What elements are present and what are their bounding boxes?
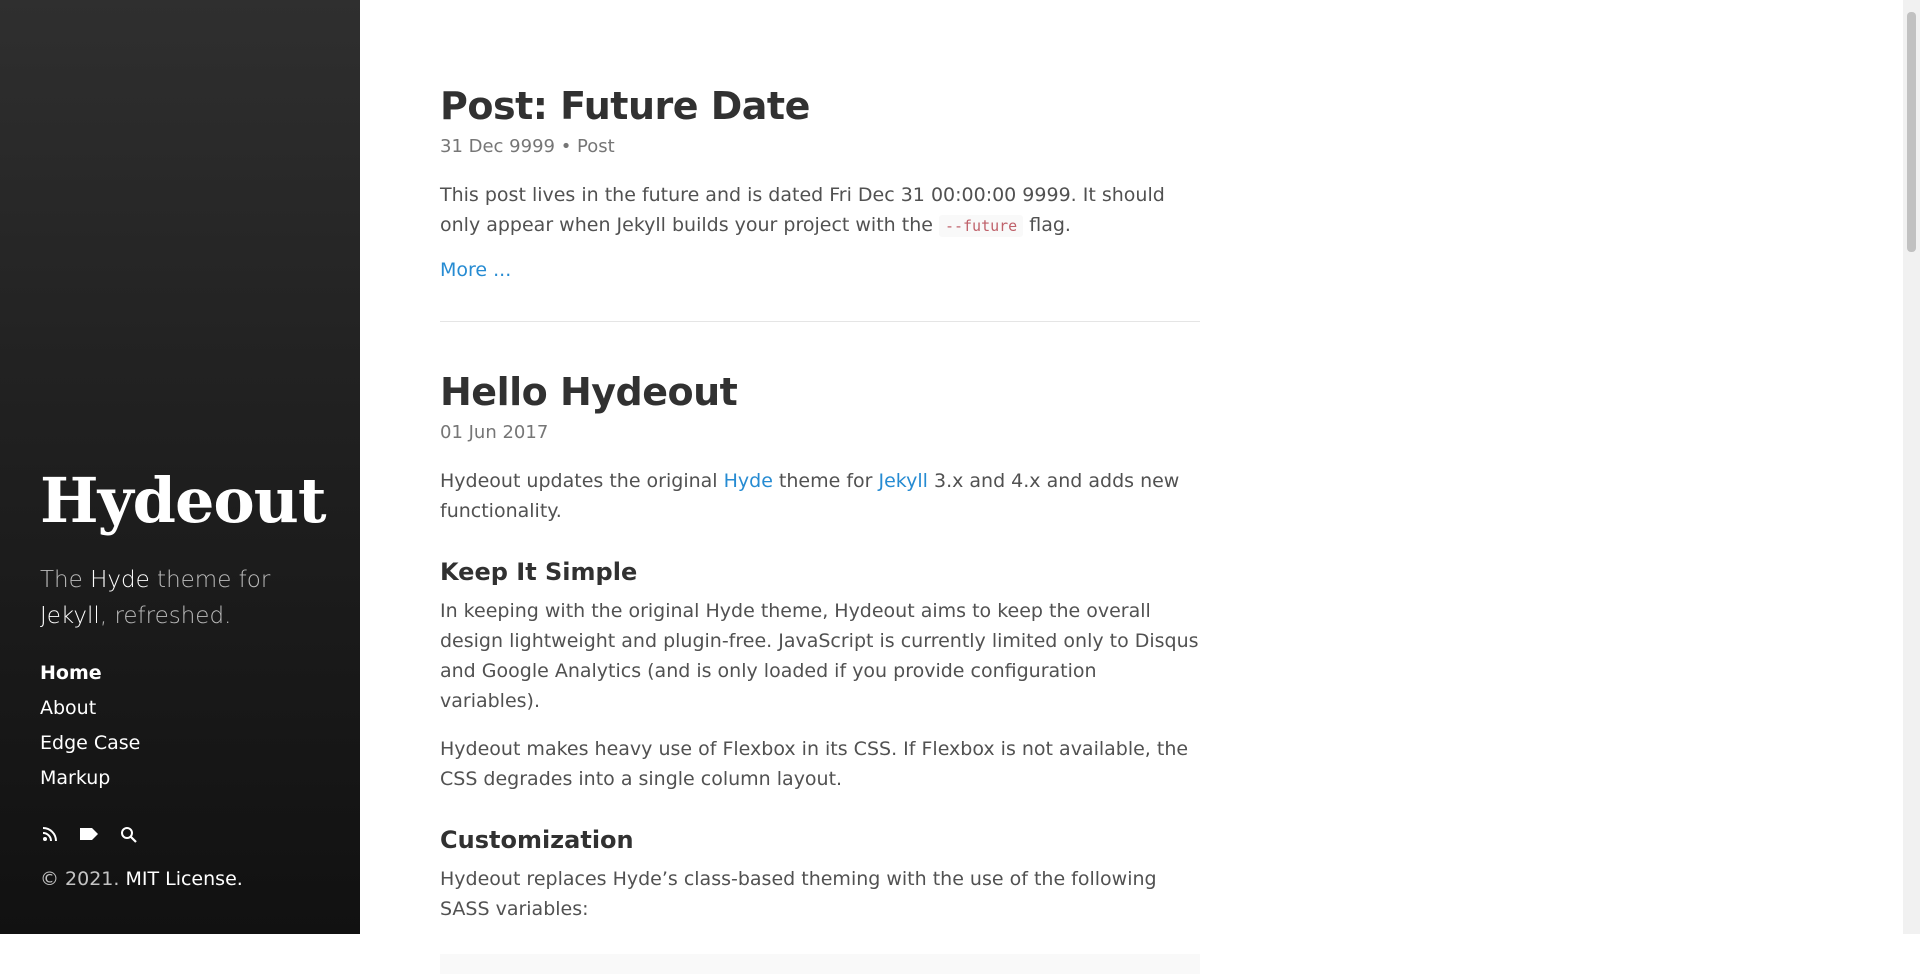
excerpt-text: flag.: [1023, 214, 1071, 236]
license-link[interactable]: MIT License.: [125, 868, 242, 890]
nav-item-markup[interactable]: Markup: [40, 761, 140, 796]
post-excerpt: This post lives in the future and is dat…: [440, 180, 1200, 241]
sidebar-nav: Home About Edge Case Markup: [40, 656, 140, 796]
hyde-link[interactable]: Hyde: [724, 470, 773, 492]
jekyll-link[interactable]: Jekyll: [879, 470, 928, 492]
intro-text: theme for: [772, 470, 879, 492]
site-title-link[interactable]: Hydeout: [40, 470, 326, 532]
post-title[interactable]: Hello Hydeout: [440, 366, 1200, 418]
paragraph: Hydeout makes heavy use of Flexbox in it…: [440, 738, 1189, 790]
post-meta: 31 Dec 9999 • Post: [440, 136, 615, 157]
copyright-text: © 2021.: [40, 868, 126, 890]
site-tagline: The Hyde theme for Jekyll, refreshed.: [40, 562, 330, 634]
hyde-link[interactable]: Hyde: [90, 567, 150, 593]
post-title[interactable]: Post: Future Date: [440, 80, 1200, 132]
tagline-text: , refreshed.: [99, 603, 232, 629]
tagline-text: theme for: [149, 567, 271, 593]
tag-icon[interactable]: [79, 824, 99, 844]
main-content: Post: Future Date 31 Dec 9999 • Post Thi…: [440, 80, 1200, 974]
post-hello-hydeout: Hello Hydeout 01 Jun 2017 Hydeout update…: [440, 366, 1200, 974]
paragraph: In keeping with the original Hyde theme,…: [440, 600, 1199, 712]
more-link[interactable]: More ...: [440, 259, 511, 281]
jekyll-link[interactable]: Jekyll: [40, 603, 100, 629]
post-future-date: Post: Future Date 31 Dec 9999 • Post Thi…: [440, 80, 1200, 281]
post-divider: [440, 321, 1200, 322]
section-heading-keep-it-simple: Keep It Simple: [440, 558, 638, 586]
scrollbar-thumb[interactable]: [1907, 12, 1916, 252]
intro-text: Hydeout updates the original: [440, 470, 724, 492]
rss-icon[interactable]: [40, 824, 60, 844]
nav-item-about[interactable]: About: [40, 691, 140, 726]
paragraph: Hydeout replaces Hyde’s class-based them…: [440, 868, 1157, 920]
sidebar-icons: [40, 824, 138, 844]
post-intro: Hydeout updates the original Hyde theme …: [440, 466, 1200, 526]
nav-item-home[interactable]: Home: [40, 656, 140, 691]
inline-code: --future: [938, 215, 1024, 237]
sidebar: Hydeout The Hyde theme for Jekyll, refre…: [0, 0, 360, 934]
copyright: © 2021. MIT License.: [40, 868, 243, 890]
post-meta: 01 Jun 2017: [440, 422, 549, 443]
section-heading-customization: Customization: [440, 826, 634, 854]
nav-item-edge-case[interactable]: Edge Case: [40, 726, 140, 761]
tagline-text: The: [40, 567, 91, 593]
search-icon[interactable]: [118, 824, 138, 844]
scrollbar[interactable]: [1903, 0, 1920, 934]
code-block: [440, 954, 1200, 974]
